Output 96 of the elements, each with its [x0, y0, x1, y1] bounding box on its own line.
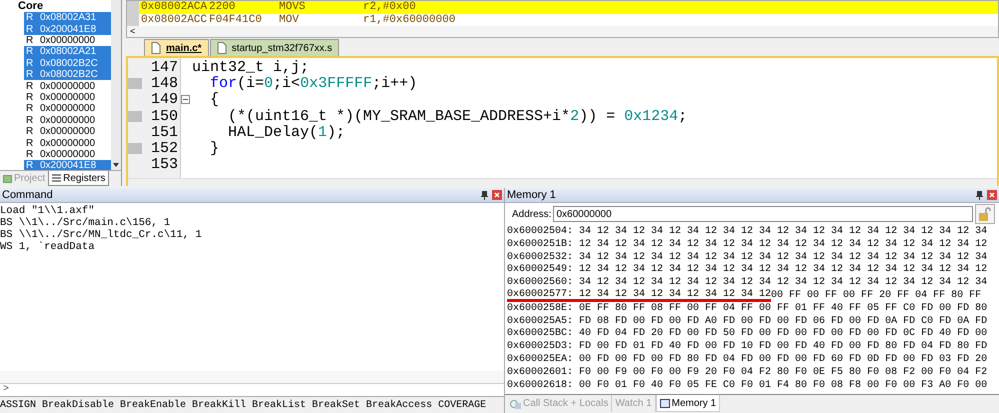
document-icon: [216, 42, 227, 54]
register-name: R: [25, 125, 34, 139]
address-field[interactable]: 0x60000000: [553, 206, 973, 222]
panel-title: Command: [2, 190, 53, 200]
memory-row-text: 0x6000258E: 0E FF 80 FF 08 FF 00 FF 04 FF 00 FF 01 FF 40 FF 05 FF C0 FD 00 FD 80: [507, 302, 988, 315]
register-value: 0x00000000: [40, 114, 96, 127]
register-value: 0x08002A21: [40, 45, 96, 59]
close-icon[interactable]: [492, 190, 502, 200]
register-value: 0x00000000: [40, 90, 96, 104]
memory-row-text: 0x60002560: 34 12 34 12 34 12 34 12 34 12 34 12 34 12 34 12 34 12 34 12 34 12 34: [507, 276, 988, 289]
register-name: R: [25, 90, 34, 104]
register-value: 0x00000000: [40, 136, 96, 150]
memory-row-text: 0x600025EA: 00 FD 00 FD 00 FD 80 FD 04 FD 00 FD 00 FD 60 FD 0D FD 00 FD 03 FD 20: [507, 352, 988, 366]
list-icon: [52, 174, 62, 182]
register-value: 0x08002B2C: [40, 56, 98, 70]
code-line: for(i=0;i<0x3FFFFF;i++): [209, 76, 418, 91]
command-output-line: Load "1\\1.axf": [0, 205, 96, 217]
file-tab[interactable]: main.c*: [144, 39, 209, 56]
memory-row-text: 0x600025BC: 40 FD 04 FD 20 FD 00 FD 50 FD 00 FD 00 FD 00 FD 00 FD 0C FD 40 FD 00: [507, 327, 988, 340]
memory-row-text: 0x6000251B: 12 34 12 34 12 34 12 34 12 34 12 34 12 34 12 34 12 34 12 34 12 34 12: [507, 238, 988, 251]
document-icon: [151, 42, 161, 54]
memory-row-text: 0x60002549: 12 34 12 34 12 34 12 34 12 34 12 34 12 34 12 34 12 34 12 34 12 34 12: [507, 263, 988, 276]
tree-group-label[interactable]: Core: [18, 0, 44, 12]
panel-tab[interactable]: Memory 1: [656, 395, 720, 412]
command-output-line: WS 1, `readData: [0, 241, 96, 253]
memory-row-text: 0x60002532: 34 12 34 12 34 12 34 12 34 12 34 12 34 12 34 12 34 12 34 12 34 12 34: [507, 250, 988, 264]
padlock-icon: [979, 207, 991, 221]
memory-row-text: 0x60002577: 12 34 12 34 12 34 12 34 12 34 1200 FF 00 FF 00 FF 20 FF 04 FF 80 FF: [507, 288, 982, 302]
line-number: 151: [150, 124, 179, 140]
horizontal-scrollbar[interactable]: <: [127, 26, 998, 37]
register-value: 0x00000000: [40, 148, 96, 161]
command-input-field[interactable]: >: [0, 383, 504, 396]
register-name: R: [25, 102, 34, 116]
disassembly-gutter: [127, 1, 139, 26]
register-value: 0x08002B2C: [40, 68, 98, 82]
register-name: R: [25, 68, 34, 82]
register-name: R: [25, 11, 34, 25]
memory-row-text: 0x600025A5: FD 08 FD 00 FD 00 FD A0 FD 00 FD 00 FD 06 FD 00 FD 0A FD C0 FD 0A FD: [507, 314, 988, 328]
code-line: {: [209, 92, 220, 108]
scroll-down-icon[interactable]: [113, 163, 119, 167]
register-name: R: [25, 45, 34, 59]
line-number: 148: [150, 76, 179, 91]
register-name: R: [25, 136, 34, 150]
file-tab[interactable]: startup_stm32f767xx.s: [210, 39, 340, 56]
register-value: 0x08002A31: [40, 11, 96, 25]
register-name: R: [25, 34, 34, 47]
breakpoint-margin[interactable]: [128, 143, 142, 154]
fold-icon[interactable]: [181, 95, 190, 104]
memory-row-text: 0x60002618: 00 F0 01 F0 40 F0 05 FE C0 F0 01 F4 80 F0 08 F8 00 F0 00 F3 A0 F0 00: [507, 378, 988, 392]
register-row[interactable]: R 0x08002A31: [24, 12, 111, 24]
panel-tab[interactable]: Registers: [48, 171, 110, 186]
panel-title: Memory 1: [507, 190, 556, 200]
vertical-scrollbar[interactable]: [111, 0, 121, 170]
code-line: }: [209, 141, 220, 156]
window-icon: [660, 398, 670, 408]
code-line: (*(uint16_t *)(MY_SRAM_BASE_ADDRESS+i*2)) = 0x1234;: [227, 108, 688, 124]
register-value: 0x200041E8: [40, 22, 96, 36]
command-hint-bar: ASSIGN BreakDisable BreakEnable BreakKill BreakList BreakSet BreakAccess COVERAGE: [0, 396, 504, 413]
memory-row-text: 0x60002601: F0 00 F9 00 F0 00 F9 20 F0 04 F2 80 F0 0E F5 80 F0 08 F2 00 F0 04 F2: [507, 366, 988, 379]
register-name: R: [25, 22, 34, 36]
line-number: 153: [150, 157, 179, 172]
command-output-line: BS \\1\../Src/main.c\156, 1: [0, 217, 172, 229]
memory-row-text: 0x600025D3: FD 00 FD 01 FD 40 FD 00 FD 10 FD 00 FD 40 FD 00 FD 80 FD 04 FD 80 FD: [507, 340, 988, 353]
close-icon[interactable]: [987, 190, 997, 200]
lock-button[interactable]: [975, 204, 995, 224]
pin-icon[interactable]: [976, 190, 983, 200]
register-value: 0x00000000: [40, 125, 96, 139]
register-row[interactable]: R 0x08002B2C: [24, 58, 111, 69]
register-row[interactable]: R 0x200041E8: [24, 23, 111, 35]
memory-row-text: 0x60002504: 34 12 34 12 34 12 34 12 34 12 34 12 34 12 34 12 34 12 34 12 34 12 34: [507, 225, 988, 238]
project-icon: [3, 174, 12, 182]
scroll-left-arrow[interactable]: <: [127, 27, 136, 36]
register-name: R: [25, 114, 34, 127]
line-number: 147: [150, 60, 179, 75]
code-line: uint32_t i,j;: [192, 60, 310, 75]
register-value: 0x00000000: [40, 34, 96, 47]
call-stack-icon: [510, 398, 521, 408]
register-name: R: [25, 80, 34, 93]
pin-icon[interactable]: [481, 190, 488, 200]
register-row[interactable]: R 0x08002A21: [24, 46, 111, 58]
register-row[interactable]: R 0x200041E8: [24, 160, 111, 170]
register-value: 0x00000000: [40, 80, 96, 93]
line-number: 149: [150, 92, 179, 108]
register-row[interactable]: R 0x08002B2C: [24, 68, 111, 80]
register-value: 0x200041E8: [40, 159, 96, 170]
register-name: R: [25, 159, 34, 170]
line-number: 152: [150, 141, 179, 156]
breakpoint-margin[interactable]: [128, 110, 142, 122]
register-name: R: [25, 148, 34, 161]
register-name: R: [25, 56, 34, 70]
breakpoint-margin[interactable]: [128, 78, 142, 89]
code-line: HAL_Delay(1);: [227, 124, 346, 140]
line-number: 150: [150, 108, 179, 124]
register-value: 0x00000000: [40, 102, 96, 116]
address-label: Address:: [511, 208, 552, 222]
command-output-line: BS \\1\../Src/MN_ltdc_Cr.c\11, 1: [0, 229, 203, 241]
